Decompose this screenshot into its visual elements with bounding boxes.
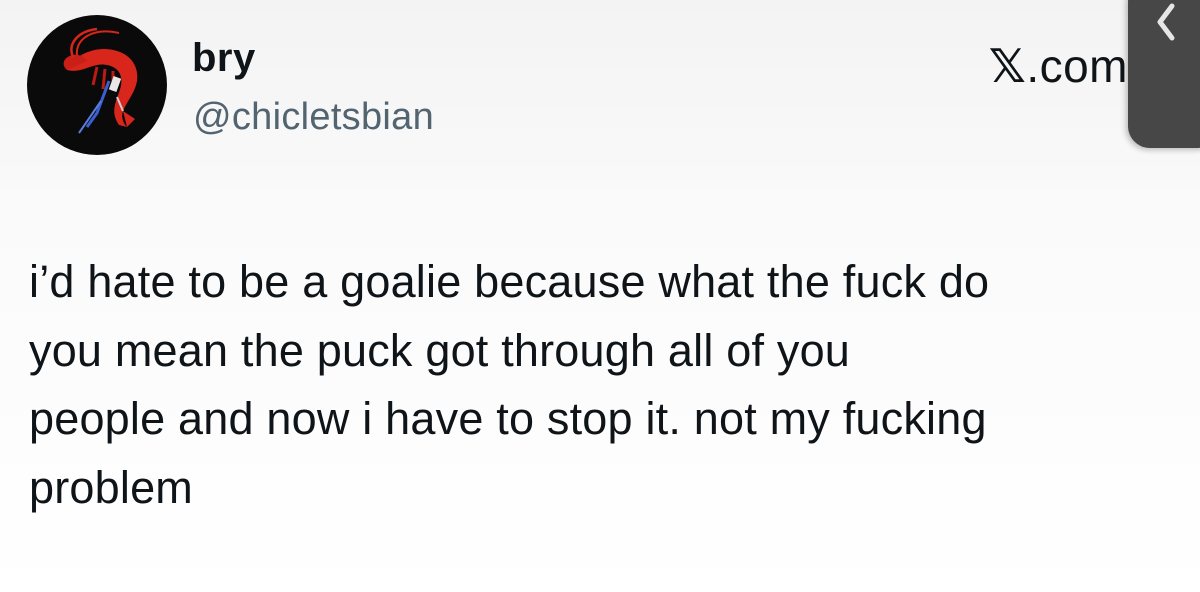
red-shrimp-avatar-icon (63, 27, 138, 134)
tweet-text-line: people and now i have to stop it. not my… (29, 393, 987, 444)
x-com-watermark: 𝕏.com (989, 38, 1128, 94)
tweet-body: i’d hate to be a goalie because what the… (29, 248, 1179, 522)
tweet-text-line: problem (29, 461, 193, 513)
tweet-text-line: you mean the puck got through all of you (29, 324, 851, 376)
display-name[interactable]: bry (192, 34, 256, 82)
x-logo-icon: 𝕏 (988, 40, 1027, 92)
avatar[interactable] (27, 15, 167, 155)
user-handle[interactable]: @chicletsbian (193, 94, 434, 140)
tweet-text-line: i’d hate to be a goalie because what the… (29, 256, 990, 307)
watermark-suffix: .com (1026, 40, 1128, 92)
chevron-left-icon (1157, 3, 1175, 41)
side-drawer-handle[interactable] (1128, 0, 1200, 148)
tweet-card: bry @chicletsbian 𝕏.com i’d hate to be a… (0, 0, 1200, 592)
